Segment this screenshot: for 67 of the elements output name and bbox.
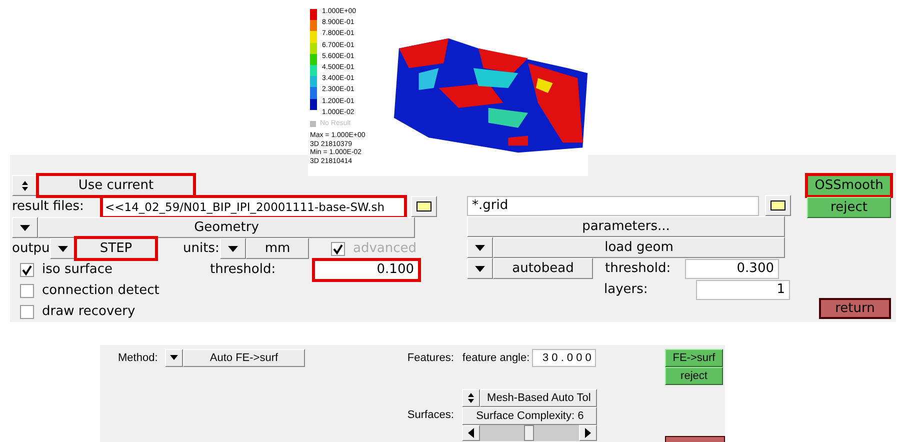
option-label: connection detect xyxy=(42,283,160,298)
caret-icon xyxy=(474,264,486,272)
autobead-button[interactable]: autobead xyxy=(493,258,593,279)
feature-angle-label: feature angle: xyxy=(462,352,531,364)
right-arrow-icon xyxy=(585,428,592,438)
browse-button[interactable] xyxy=(411,196,437,217)
action-button[interactable]: reject xyxy=(665,367,723,385)
spinner-button[interactable] xyxy=(462,389,480,407)
units-button[interactable]: mm xyxy=(246,238,309,259)
caret-icon xyxy=(19,224,31,232)
file-filter-field[interactable]: *.grid xyxy=(467,196,759,216)
caret-icon xyxy=(474,244,486,252)
dropdown-button[interactable] xyxy=(220,238,246,259)
action-button[interactable]: reject xyxy=(807,197,891,218)
mode-button[interactable]: Use current xyxy=(38,175,194,196)
method-label: Method: xyxy=(118,352,159,364)
option-label: iso surface xyxy=(42,262,114,277)
left-arrow-button[interactable] xyxy=(462,425,480,441)
dropdown-button[interactable] xyxy=(165,349,183,367)
surface-mode-button[interactable]: Mesh-Based Auto Tol xyxy=(480,389,598,407)
panel-button[interactable] xyxy=(665,436,725,442)
left-arrow-icon xyxy=(468,428,474,438)
surface-complexity-button[interactable]: Surface Complexity: 6 xyxy=(462,407,598,425)
result-files-field[interactable]: <<14_02_59/N01_BIP_IPI_20001111-base-SW.sh xyxy=(102,196,405,216)
dropdown-button[interactable] xyxy=(50,238,76,259)
checkbox[interactable] xyxy=(20,304,34,318)
action-button[interactable]: FE->surf xyxy=(665,349,723,367)
dropdown-button[interactable] xyxy=(467,258,493,279)
load-geom-button[interactable]: load geom xyxy=(493,237,785,258)
option-label: draw recovery xyxy=(42,304,136,319)
result-files-label: result files: xyxy=(12,199,85,214)
caret-icon xyxy=(57,244,69,252)
right-arrow-button[interactable] xyxy=(579,425,598,441)
checkbox[interactable] xyxy=(20,284,34,298)
advanced-label: advanced xyxy=(353,241,417,256)
browse-button[interactable] xyxy=(765,195,791,216)
spinner-button[interactable] xyxy=(12,175,38,196)
output-label: outpu xyxy=(12,241,50,256)
caret-icon xyxy=(169,355,179,361)
folder-icon xyxy=(416,201,432,212)
action-button[interactable]: OSSmooth xyxy=(807,175,891,196)
dropdown-button[interactable] xyxy=(467,237,493,258)
feature-angle-field[interactable]: 3 0 . 0 0 0 xyxy=(532,349,596,367)
layers-field[interactable]: 1 xyxy=(696,280,790,300)
surfaces-label: Surfaces: xyxy=(407,409,455,421)
parameters-button[interactable]: parameters... xyxy=(467,216,785,237)
threshold-label: threshold: xyxy=(210,262,277,277)
dropdown-button[interactable] xyxy=(12,217,38,238)
up-down-icon xyxy=(21,180,29,192)
bead-threshold-field[interactable]: 0.300 xyxy=(685,258,779,278)
method-button[interactable]: Auto FE->surf xyxy=(183,349,305,367)
units-label: units: xyxy=(183,241,220,256)
features-label: Features: xyxy=(407,352,455,364)
return-button[interactable]: return xyxy=(819,298,891,319)
no-result-swatch xyxy=(310,121,316,128)
up-down-icon xyxy=(468,393,474,403)
slider-thumb[interactable] xyxy=(524,425,534,441)
bead-threshold-label: threshold: xyxy=(604,261,672,276)
threshold-field[interactable]: 0.100 xyxy=(314,260,419,280)
checkbox[interactable] xyxy=(20,262,34,276)
checkmark-icon xyxy=(21,264,33,276)
layers-label: layers: xyxy=(604,282,649,297)
output-format-button[interactable]: STEP xyxy=(76,238,156,259)
folder-icon xyxy=(770,200,786,211)
caret-icon xyxy=(227,244,239,252)
checkmark-icon xyxy=(332,242,344,254)
geometry-button[interactable]: Geometry xyxy=(38,217,415,238)
